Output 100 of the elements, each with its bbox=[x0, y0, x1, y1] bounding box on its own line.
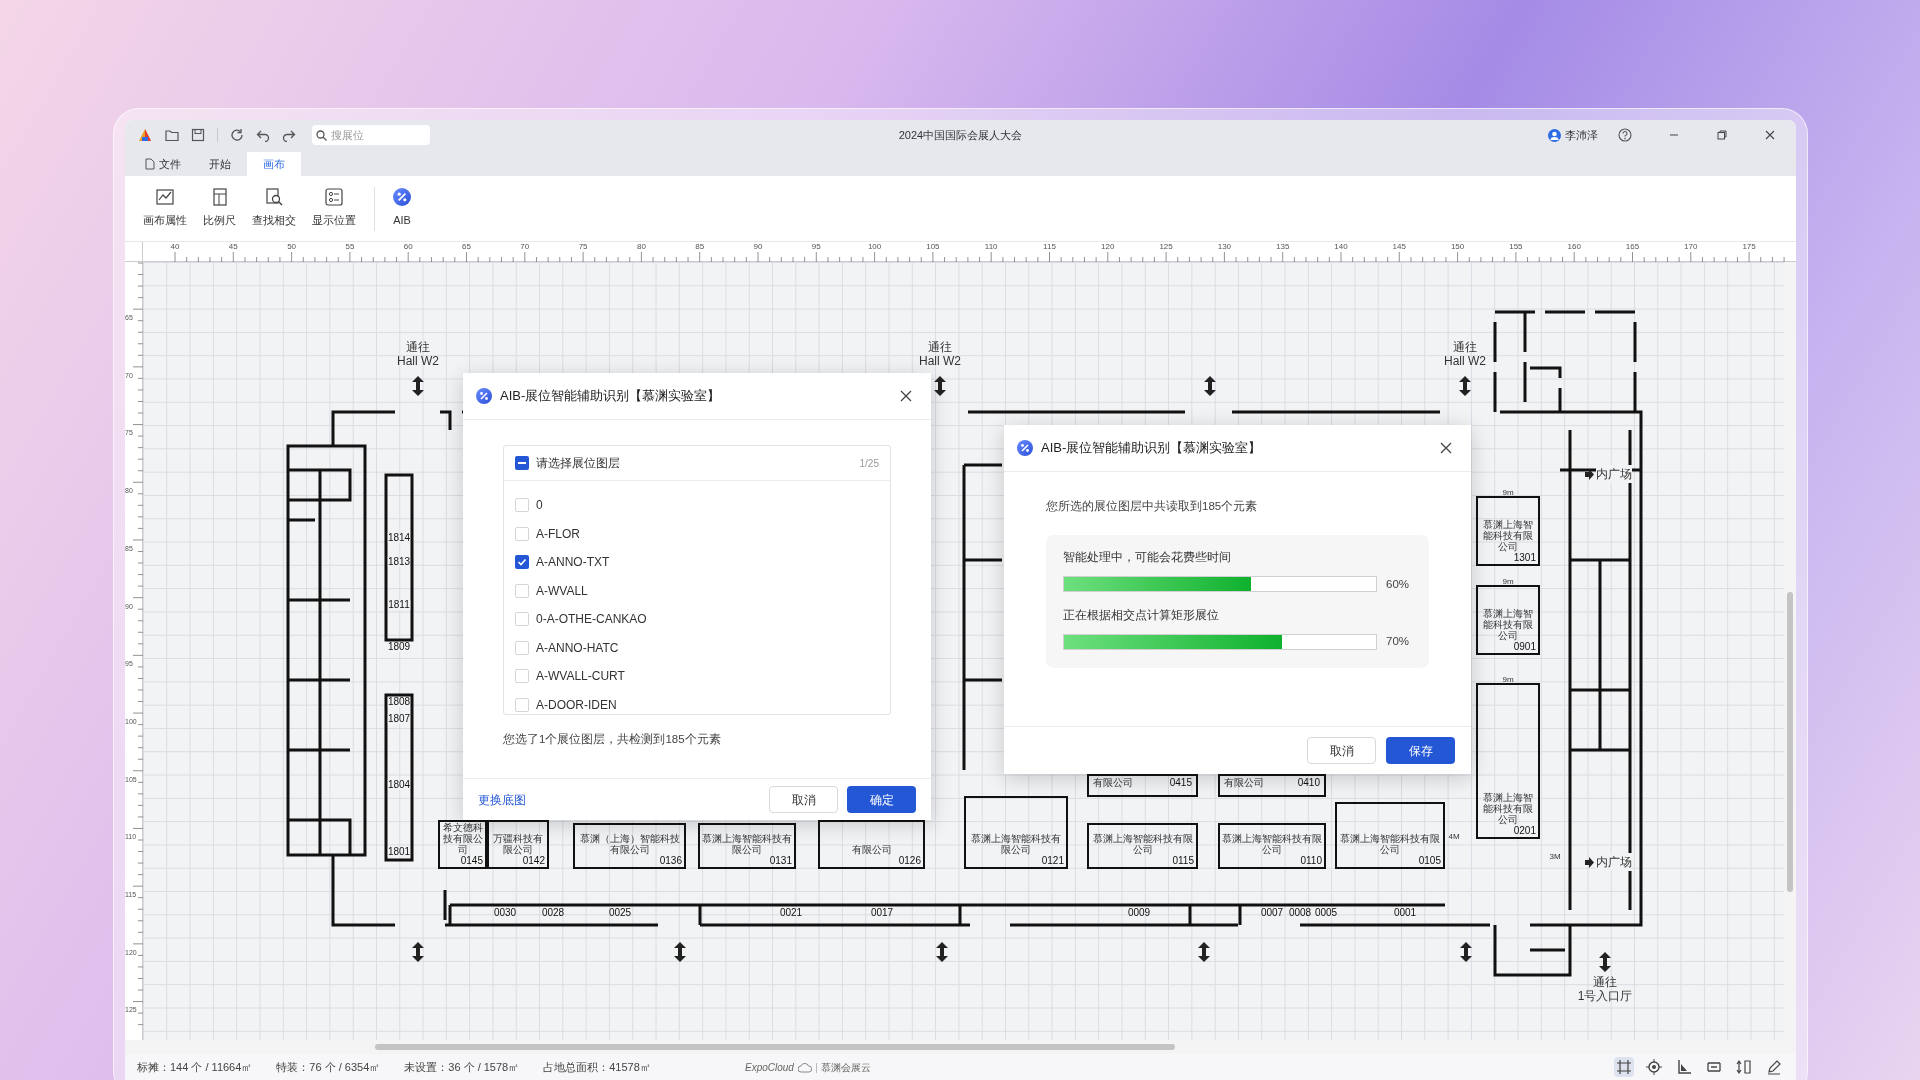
set-square-icon[interactable] bbox=[1676, 1059, 1692, 1075]
booth-company: 慕渊上海智能科技有限公司 bbox=[1222, 833, 1322, 855]
ruler-label: 80 bbox=[636, 242, 646, 252]
booth-number: 1804 bbox=[387, 780, 411, 790]
close-icon[interactable] bbox=[1764, 129, 1776, 141]
checkbox[interactable] bbox=[515, 498, 529, 513]
layer-item[interactable]: A-WVALL bbox=[504, 576, 890, 605]
layer-item[interactable]: A-ANNO-TXT bbox=[504, 548, 890, 577]
dimension-label: 4M bbox=[1448, 833, 1460, 841]
app-logo-icon[interactable] bbox=[137, 127, 153, 143]
user-avatar-icon[interactable] bbox=[1548, 128, 1561, 142]
confirm-button[interactable]: 确定 bbox=[847, 786, 916, 813]
file-icon bbox=[145, 158, 155, 170]
ruler-label: 70 bbox=[520, 242, 530, 252]
passage-label: 通往 Hall W2 bbox=[397, 340, 439, 368]
close-icon[interactable] bbox=[1440, 442, 1452, 454]
folder-icon[interactable] bbox=[165, 128, 179, 142]
booth-number: 1809 bbox=[387, 642, 411, 652]
menu-tab[interactable]: 文件 bbox=[133, 152, 193, 176]
ruler-label: 115 bbox=[1043, 242, 1056, 252]
double-arrow-icon bbox=[1198, 942, 1210, 962]
double-arrow-icon bbox=[934, 376, 946, 396]
booth-number: 0410 bbox=[1297, 777, 1320, 788]
toolbar-button[interactable]: AIB bbox=[387, 184, 417, 233]
booth-number: 0136 bbox=[659, 855, 682, 866]
booth-company: 有限公司 bbox=[851, 844, 892, 855]
ruler-label: 110 bbox=[984, 242, 998, 252]
toolbar-button[interactable]: 查找相交 bbox=[246, 184, 302, 233]
restore-icon[interactable] bbox=[1716, 129, 1728, 141]
task-label: 智能处理中，可能会花费些时间 bbox=[1063, 550, 1232, 566]
search-icon bbox=[316, 129, 327, 141]
ruler-label: 100 bbox=[867, 242, 882, 252]
booth-company: 有限公司 bbox=[1093, 777, 1133, 788]
passage-label: 通往 Hall W2 bbox=[919, 340, 961, 368]
checkbox[interactable] bbox=[515, 669, 529, 684]
checkbox[interactable] bbox=[515, 697, 529, 712]
ruler-label: 40 bbox=[170, 242, 180, 252]
toolbar-button[interactable]: 画布属性 bbox=[137, 184, 193, 233]
search-input[interactable]: 搜展位 bbox=[331, 126, 426, 144]
ruler-label: 65 bbox=[462, 242, 471, 252]
checkbox[interactable] bbox=[515, 456, 529, 470]
double-arrow-icon bbox=[1599, 952, 1611, 972]
horizontal-scrollbar-thumb[interactable] bbox=[375, 1044, 1175, 1050]
checkbox[interactable] bbox=[515, 640, 529, 655]
line-chart-icon bbox=[156, 188, 174, 207]
booth-number: 0009 bbox=[1127, 908, 1151, 918]
refresh-icon[interactable] bbox=[230, 128, 244, 142]
booth-number: 1814 bbox=[387, 533, 411, 543]
target-icon[interactable] bbox=[1646, 1059, 1662, 1075]
booth-number: 1301 bbox=[1513, 552, 1536, 563]
booth-company: 慕渊上海智能科技有限公司 bbox=[1482, 519, 1534, 552]
ruler-label: 165 bbox=[1625, 242, 1640, 252]
layer-item[interactable]: A-WVALL-CURT bbox=[504, 662, 890, 691]
toolbar-button[interactable]: 比例尺 bbox=[197, 184, 242, 233]
plaza-label: 内广场 bbox=[1596, 465, 1632, 483]
column-icon[interactable] bbox=[1736, 1059, 1752, 1075]
progress-reading: 60% bbox=[1386, 576, 1410, 592]
booth-number: 1811 bbox=[388, 600, 410, 610]
checkbox[interactable] bbox=[515, 555, 529, 570]
user-name[interactable]: 李沛泽 bbox=[1565, 126, 1598, 144]
ruler-label: 170 bbox=[1684, 242, 1698, 252]
layer-item[interactable]: A-FLOR bbox=[504, 519, 890, 548]
ruler-label: 105 bbox=[926, 242, 940, 252]
save-icon[interactable] bbox=[191, 128, 205, 142]
grid-icon[interactable] bbox=[1616, 1059, 1632, 1075]
progress-reading: 70% bbox=[1386, 634, 1410, 649]
ruler-label: 160 bbox=[1567, 242, 1581, 252]
checkbox[interactable] bbox=[515, 612, 529, 627]
search-field[interactable]: 搜展位 bbox=[312, 125, 430, 145]
ruler-label: 50 bbox=[287, 242, 297, 252]
cancel-button[interactable]: 取消 bbox=[1307, 737, 1376, 764]
confirm-button[interactable]: 保存 bbox=[1386, 737, 1455, 764]
ruler-label: 135 bbox=[1276, 242, 1290, 252]
ruler-label: 75 bbox=[578, 242, 588, 252]
cancel-button[interactable]: 取消 bbox=[769, 786, 838, 813]
checkbox[interactable] bbox=[515, 526, 529, 541]
plaza-label: 内广场 bbox=[1596, 853, 1632, 871]
list-icon bbox=[325, 188, 343, 207]
booth-number: 0007 bbox=[1260, 908, 1284, 918]
booth-company: 万疆科技有限公司 bbox=[492, 833, 544, 855]
list-header-label: 请选择展位图层 bbox=[536, 455, 620, 472]
help-icon[interactable] bbox=[1618, 128, 1632, 142]
brand-name: 慕渊会展云 bbox=[820, 1061, 871, 1075]
undo-icon[interactable] bbox=[256, 128, 270, 142]
double-arrow-icon bbox=[1459, 376, 1471, 396]
redo-icon[interactable] bbox=[282, 128, 296, 142]
toolbar-button[interactable]: 显示位置 bbox=[306, 184, 362, 233]
menu-tab[interactable]: 画布 bbox=[247, 152, 301, 176]
layer-item[interactable]: 0-A-OTHE-CANKAO bbox=[504, 605, 890, 634]
vertical-scrollbar-thumb[interactable] bbox=[1787, 592, 1793, 892]
arrow-icon bbox=[1585, 468, 1594, 480]
layer-item[interactable]: A-ANNO-HATC bbox=[504, 633, 890, 662]
menu-tab[interactable]: 开始 bbox=[197, 152, 243, 176]
checkbox[interactable] bbox=[515, 583, 529, 598]
close-icon[interactable] bbox=[900, 390, 912, 402]
layer-item[interactable]: A-DOOR-IDEN bbox=[504, 690, 890, 714]
ruler-label: 175 bbox=[1742, 242, 1756, 252]
layer-item[interactable]: 0 bbox=[504, 491, 890, 520]
pen-icon[interactable] bbox=[1766, 1059, 1782, 1075]
change-base-map-link[interactable]: 更换底图 bbox=[478, 790, 526, 809]
